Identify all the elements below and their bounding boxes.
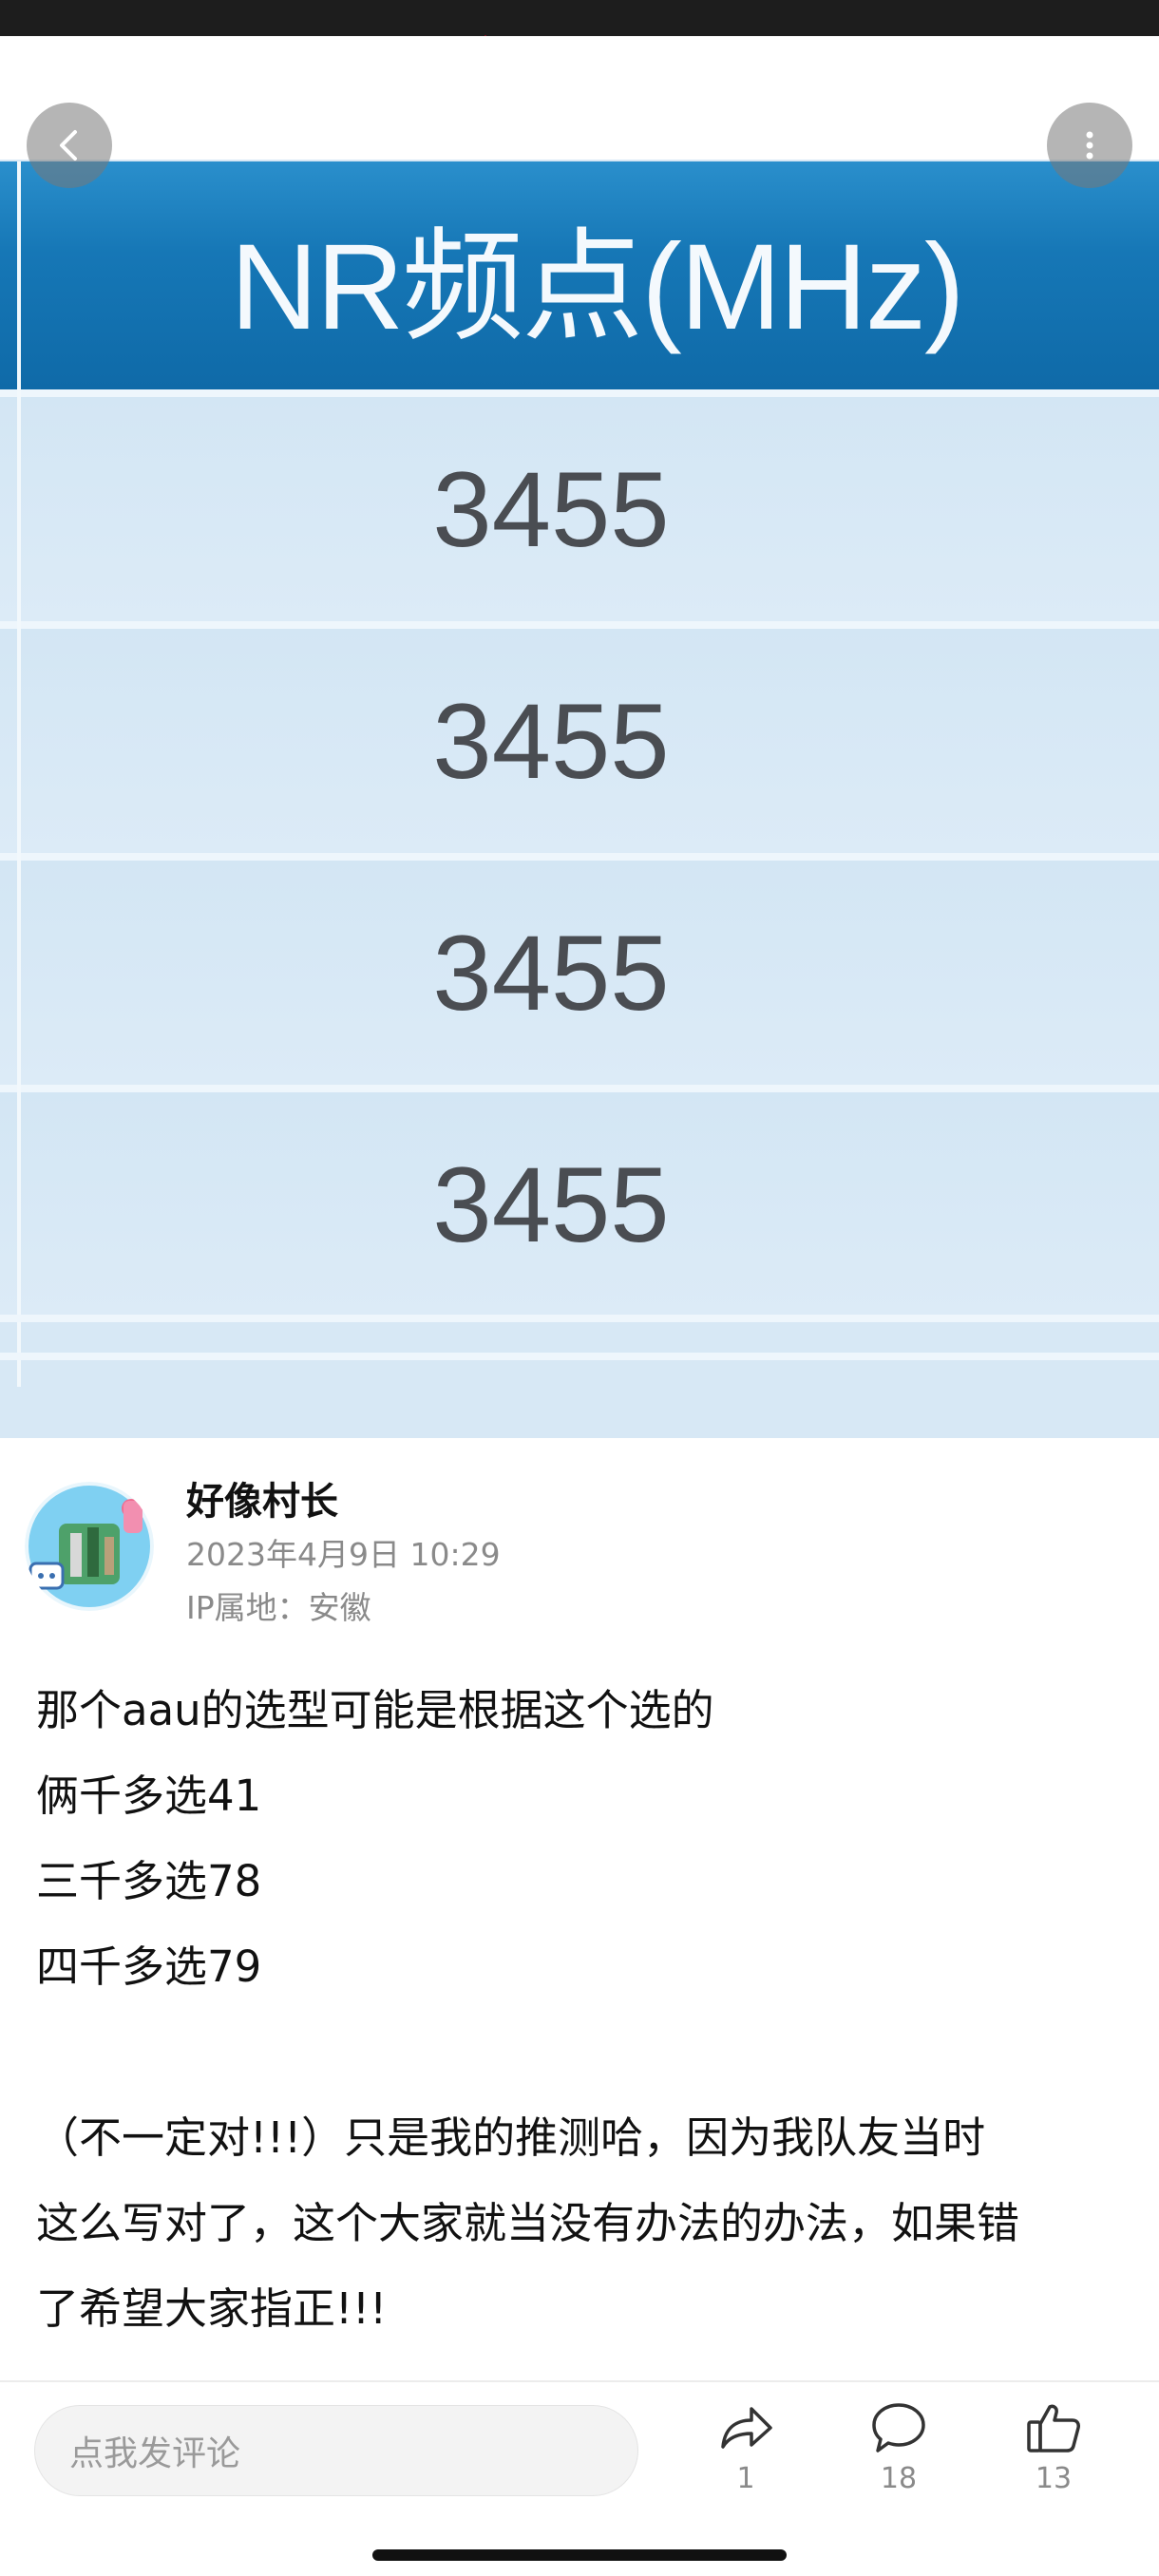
post-line: 那个aau的选型可能是根据这个选的 [36,1685,714,1735]
status-bar [0,0,1159,36]
table-cell: 3455 [0,853,1159,1085]
comment-button[interactable]: 18 [842,2401,956,2495]
table-cell-value: 3455 [432,449,670,569]
table-left-rule [17,161,21,1387]
post-image[interactable]: NR频点(MHz) 3455 3455 3455 3455 [0,36,1159,1438]
more-options-button[interactable] [1047,103,1132,188]
post-blank-line [36,2010,1129,2095]
bottom-bar-divider [0,2380,1159,2382]
post-line: 俩千多选41 [36,1771,262,1821]
post-line: （不一定对!!!）只是我的推测哈，因为我队友当时 [36,2112,986,2163]
table-header-text: NR频点(MHz) [230,218,964,355]
avatar[interactable] [25,1482,154,1611]
table-cell: 3455 [0,1085,1159,1316]
table-cell-value: 3455 [432,1145,670,1264]
table-cell-value: 3455 [432,681,670,801]
post-body: 那个aau的选型可能是根据这个选的 俩千多选41 三千多选78 四千多选79 （… [36,1668,1129,2352]
post-timestamp: 2023年4月9日 10:29 [186,1536,501,1573]
ip-location: IP属地：安徽 [186,1589,371,1626]
more-vertical-icon [1086,131,1093,160]
table-cell: 3455 [0,389,1159,621]
table-rule [0,1353,1159,1360]
post-line: 这么写对了，这个大家就当没有办法的办法，如果错 [36,2198,1020,2248]
post-line: 了希望大家指正!!! [36,2283,388,2334]
thumbs-up-icon [1027,2404,1080,2453]
like-count: 13 [1035,2462,1073,2495]
like-button[interactable]: 13 [997,2401,1111,2495]
avatar-image-icon [25,1482,154,1611]
home-indicator[interactable] [372,2549,787,2561]
table-header: NR频点(MHz) [0,161,1159,389]
share-icon [721,2407,772,2449]
table-cell: 3455 [0,621,1159,853]
comment-count: 18 [880,2462,918,2495]
post-line: 四千多选79 [36,1941,262,1992]
share-button[interactable]: 1 [689,2401,803,2495]
table-rule [0,1315,1159,1322]
post-line: 三千多选78 [36,1856,262,1906]
comment-bubble-icon [872,2403,925,2453]
back-button[interactable] [27,103,112,188]
share-count: 1 [736,2462,755,2495]
table-rows: 3455 3455 3455 3455 [0,389,1159,1316]
image-top-margin [0,36,1159,160]
chevron-left-icon [60,130,77,161]
table-cell-value: 3455 [432,913,670,1032]
author-name[interactable]: 好像村长 [186,1470,338,1525]
comment-input-placeholder: 点我发评论 [69,2434,241,2473]
comment-input[interactable]: 点我发评论 [34,2405,638,2496]
